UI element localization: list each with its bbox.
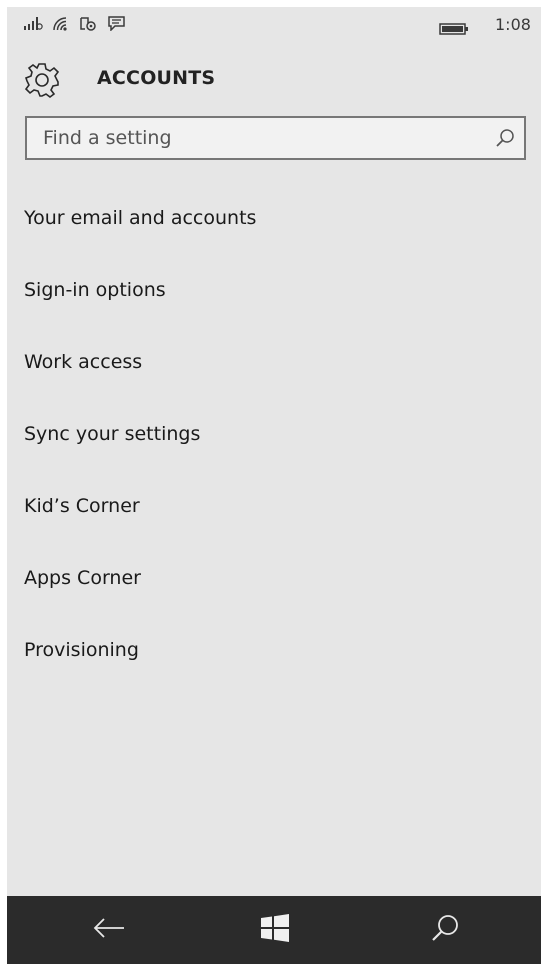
menu-item-kids-corner[interactable]: Kid’s Corner [7, 473, 541, 545]
menu-item-email-accounts[interactable]: Your email and accounts [7, 185, 541, 257]
windows-start-icon [260, 914, 290, 946]
back-button[interactable] [87, 912, 131, 948]
clock: 1:08 [495, 15, 531, 34]
back-arrow-icon [92, 917, 126, 943]
navigation-bar [7, 896, 541, 964]
menu-item-label: Sync your settings [24, 423, 201, 445]
menu-item-sign-in-options[interactable]: Sign-in options [7, 257, 541, 329]
status-bar: 1:08 [7, 7, 541, 43]
search-nav-button[interactable] [423, 912, 467, 948]
menu-item-label: Apps Corner [24, 567, 141, 589]
menu-item-label: Provisioning [24, 639, 139, 661]
accounts-menu-list: Your email and accounts Sign-in options … [7, 185, 541, 689]
gear-icon [23, 61, 61, 103]
menu-item-work-access[interactable]: Work access [7, 329, 541, 401]
location-icon [79, 15, 99, 31]
wifi-icon [51, 15, 71, 31]
page-header: ACCOUNTS [7, 59, 541, 103]
page-title: ACCOUNTS [97, 67, 216, 89]
status-icons [23, 15, 127, 31]
battery-icon [439, 20, 469, 39]
menu-item-label: Kid’s Corner [24, 495, 140, 517]
menu-item-label: Sign-in options [24, 279, 166, 301]
search-icon[interactable] [494, 127, 516, 153]
menu-item-provisioning[interactable]: Provisioning [7, 617, 541, 689]
signal-icon [23, 15, 43, 31]
menu-item-label: Work access [24, 351, 143, 373]
menu-item-label: Your email and accounts [24, 207, 257, 229]
search-box[interactable] [25, 116, 526, 160]
phone-screen: 1:08 ACCOUNTS Your email and accounts [7, 7, 541, 964]
search-icon [429, 912, 461, 948]
message-icon [107, 15, 127, 31]
search-input[interactable] [27, 118, 487, 158]
start-button[interactable] [253, 912, 297, 948]
menu-item-sync-settings[interactable]: Sync your settings [7, 401, 541, 473]
menu-item-apps-corner[interactable]: Apps Corner [7, 545, 541, 617]
